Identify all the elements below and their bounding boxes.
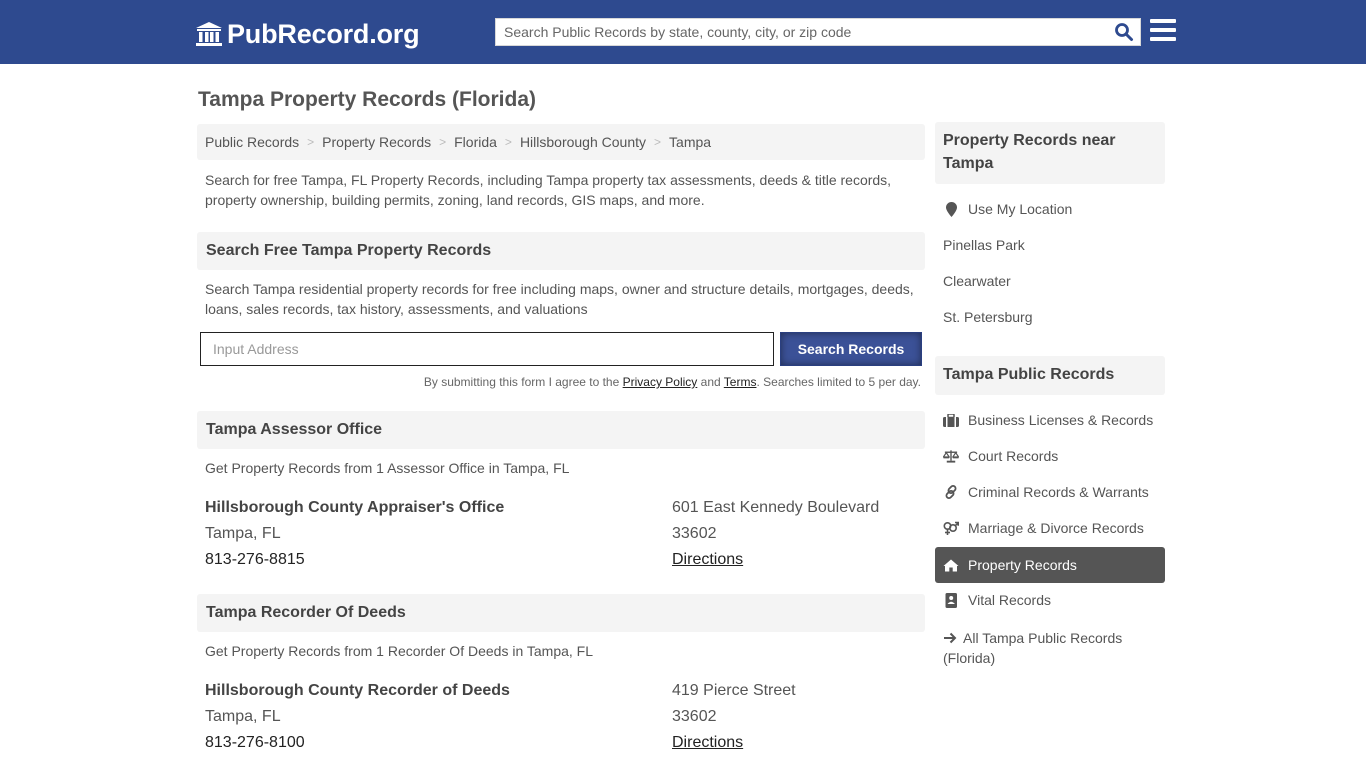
sidebar-item-label: Criminal Records & Warrants: [968, 484, 1149, 500]
all-public-records-label: All Tampa Public Records (Florida): [943, 630, 1123, 666]
form-disclaimer: By submitting this form I agree to the P…: [424, 375, 921, 389]
office-phone[interactable]: 813-276-8815: [205, 551, 305, 569]
office-name: Hillsborough County Appraiser's Office: [205, 499, 505, 516]
briefcase-icon: [943, 412, 959, 428]
breadcrumb: Public Records > Property Records > Flor…: [197, 124, 925, 160]
sidebar-item-marriage-divorce[interactable]: Marriage & Divorce Records: [943, 520, 1144, 536]
intro-text: Search for free Tampa, FL Property Recor…: [205, 172, 892, 208]
office-street: 601 East Kennedy Boulevard: [672, 499, 880, 516]
address-input[interactable]: [200, 332, 774, 366]
use-my-location-link[interactable]: Use My Location: [943, 201, 1072, 217]
top-navbar: PubRecord.org: [0, 0, 1366, 64]
sidebar-item-label: Vital Records: [968, 592, 1052, 608]
sidebar-item-label: Marriage & Divorce Records: [968, 520, 1144, 536]
office-city: Tampa, FL: [205, 708, 281, 725]
assessor-office-heading: Tampa Assessor Office: [197, 411, 925, 449]
search-section-description: Search Tampa residential property record…: [205, 281, 914, 317]
search-records-button[interactable]: Search Records: [780, 332, 922, 366]
nearby-city-link[interactable]: Pinellas Park: [943, 237, 1025, 253]
sidebar-item-label: Business Licenses & Records: [968, 412, 1154, 428]
disclaimer-and: and: [697, 375, 724, 389]
search-icon[interactable]: [1114, 22, 1134, 42]
disclaimer-suffix: . Searches limited to 5 per day.: [756, 375, 921, 389]
breadcrumb-separator: >: [439, 135, 447, 149]
nearby-records-heading: Property Records near Tampa: [935, 122, 1165, 184]
breadcrumb-separator: >: [504, 135, 512, 149]
disclaimer-prefix: By submitting this form I agree to the: [423, 375, 623, 389]
top-search-box: [495, 18, 1141, 46]
directions-link[interactable]: Directions: [672, 734, 743, 752]
site-logo[interactable]: PubRecord.org: [195, 17, 420, 51]
privacy-policy-link[interactable]: Privacy Policy: [623, 375, 698, 389]
sidebar-item-vital-records[interactable]: Vital Records: [943, 592, 1051, 608]
terms-link[interactable]: Terms: [724, 375, 757, 389]
scales-icon: [943, 448, 959, 464]
sidebar-item-criminal-records[interactable]: Criminal Records & Warrants: [943, 484, 1149, 500]
link-icon: [943, 484, 959, 500]
nearby-city-link[interactable]: St. Petersburg: [943, 309, 1033, 325]
office-street: 419 Pierce Street: [672, 682, 796, 699]
gender-icon: [943, 520, 959, 536]
sidebar-item-court-records[interactable]: Court Records: [943, 448, 1058, 464]
office-city: Tampa, FL: [205, 525, 281, 542]
breadcrumb-florida[interactable]: Florida: [454, 134, 497, 150]
assessor-office-description: Get Property Records from 1 Assessor Off…: [205, 460, 570, 476]
bank-icon: [196, 22, 222, 46]
search-section-heading: Search Free Tampa Property Records: [197, 232, 925, 270]
directions-link[interactable]: Directions: [672, 551, 743, 569]
home-icon: [943, 557, 959, 573]
page-title: Tampa Property Records (Florida): [198, 88, 537, 111]
recorder-of-deeds-description: Get Property Records from 1 Recorder Of …: [205, 643, 594, 659]
public-records-heading: Tampa Public Records: [935, 356, 1165, 395]
address-book-icon: [943, 592, 959, 608]
breadcrumb-hillsborough-county[interactable]: Hillsborough County: [520, 134, 646, 150]
office-zip: 33602: [672, 525, 717, 542]
breadcrumb-separator: >: [654, 135, 662, 149]
breadcrumb-separator: >: [307, 135, 315, 149]
sidebar-item-label: Court Records: [968, 448, 1059, 464]
breadcrumb-public-records[interactable]: Public Records: [205, 134, 299, 150]
office-zip: 33602: [672, 708, 717, 725]
all-public-records-link[interactable]: All Tampa Public Records (Florida): [943, 628, 1158, 668]
sidebar-item-label: Property Records: [968, 557, 1077, 573]
recorder-of-deeds-heading: Tampa Recorder Of Deeds: [197, 594, 925, 632]
sidebar-item-property-records[interactable]: Property Records: [935, 547, 1165, 583]
office-phone[interactable]: 813-276-8100: [205, 734, 305, 752]
arrow-right-icon: [944, 632, 957, 644]
use-my-location-label: Use My Location: [968, 201, 1073, 217]
sidebar-item-business-licenses[interactable]: Business Licenses & Records: [943, 412, 1153, 428]
nearby-city-link[interactable]: Clearwater: [943, 273, 1011, 289]
breadcrumb-property-records[interactable]: Property Records: [322, 134, 431, 150]
map-marker-icon: [943, 201, 959, 217]
office-name: Hillsborough County Recorder of Deeds: [205, 682, 510, 699]
hamburger-menu-icon[interactable]: [1150, 19, 1176, 43]
breadcrumb-tampa[interactable]: Tampa: [669, 134, 711, 150]
logo-text: PubRecord.org: [227, 18, 420, 49]
top-search-input[interactable]: [496, 19, 1106, 45]
